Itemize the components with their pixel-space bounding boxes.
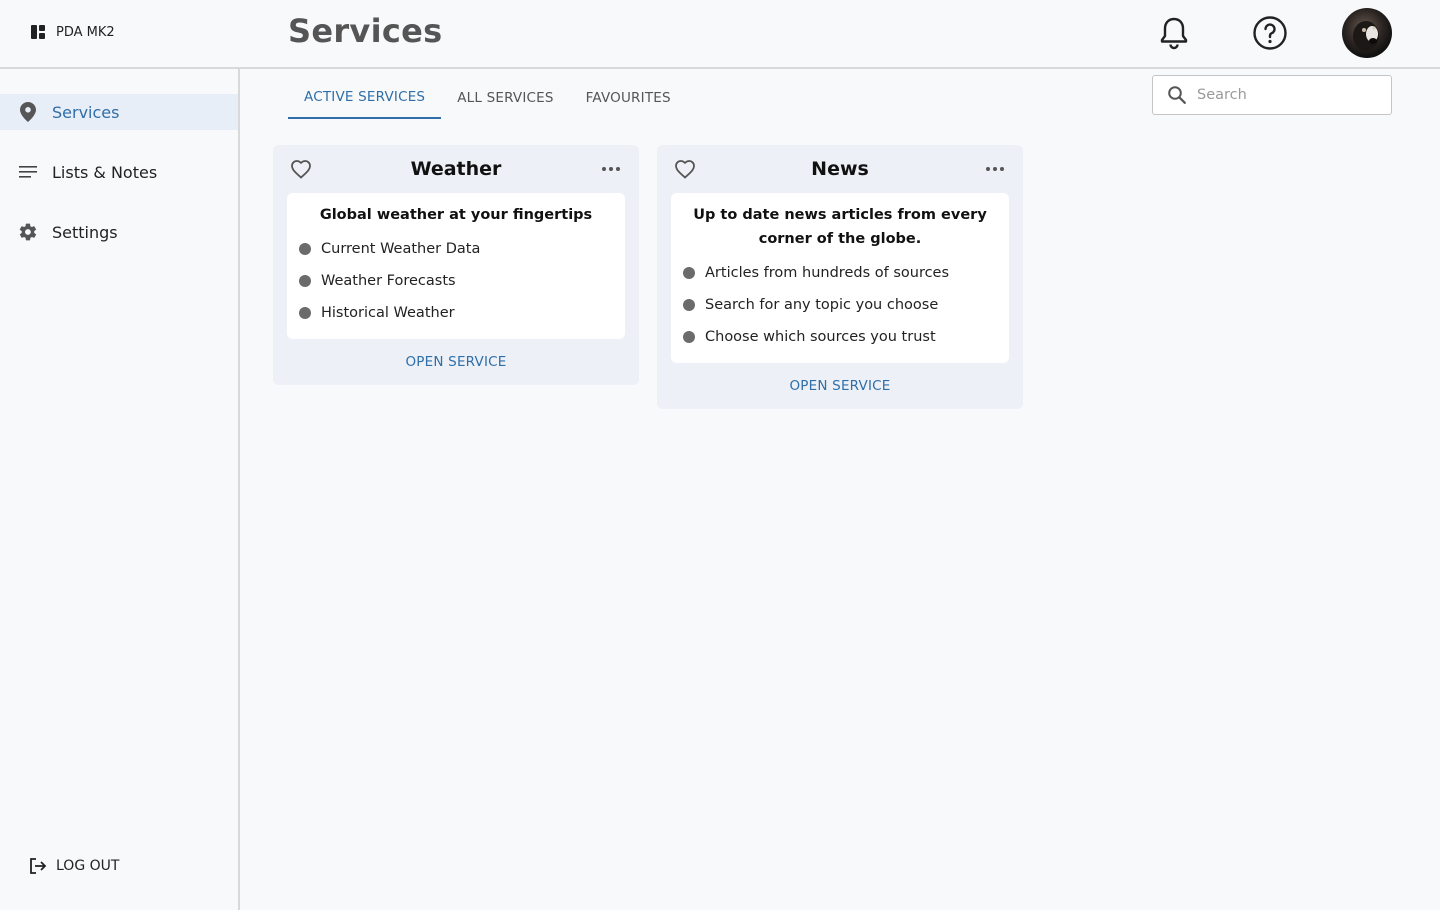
service-card-news: News Up to date news articles from every…: [657, 145, 1023, 409]
card-heading: Global weather at your fingertips: [319, 207, 593, 223]
brand-name: PDA MK2: [56, 24, 115, 40]
page-title: Services: [288, 12, 443, 50]
search-icon: [1168, 86, 1186, 104]
card-title: Weather: [410, 158, 502, 180]
feature-item: Search for any topic you choose: [683, 289, 997, 321]
open-service-button[interactable]: OPEN SERVICE: [657, 363, 1023, 409]
notifications-button[interactable]: [1155, 14, 1193, 52]
card-heading: Up to date news articles from every corn…: [693, 207, 987, 247]
more-options-button[interactable]: [599, 157, 623, 181]
service-tabs: ACTIVE SERVICES ALL SERVICES FAVOURITES: [288, 76, 687, 119]
feature-label: Historical Weather: [321, 305, 455, 321]
open-service-button[interactable]: OPEN SERVICE: [273, 339, 639, 385]
sidebar-item-label: Services: [52, 102, 120, 122]
bullet-icon: [299, 275, 311, 287]
more-options-button[interactable]: [983, 157, 1007, 181]
search-input[interactable]: [1197, 87, 1377, 103]
logout-label: LOG OUT: [56, 858, 120, 874]
bullet-icon: [299, 307, 311, 319]
feature-item: Historical Weather: [299, 297, 613, 329]
lines-icon: [18, 162, 38, 182]
brand[interactable]: PDA MK2: [30, 24, 115, 40]
sidebar: Services Lists & Notes Settings LOG OUT: [0, 69, 240, 910]
feature-label: Search for any topic you choose: [705, 297, 939, 313]
feature-item: Articles from hundreds of sources: [683, 257, 997, 289]
feature-label: Weather Forecasts: [321, 273, 456, 289]
bullet-icon: [683, 331, 695, 343]
sidebar-item-lists-notes[interactable]: Lists & Notes: [0, 154, 238, 190]
card-header: Weather: [273, 145, 639, 193]
sidebar-item-label: Settings: [52, 222, 118, 242]
logout-icon: [30, 858, 47, 874]
tab-all-services[interactable]: ALL SERVICES: [441, 76, 569, 119]
heart-icon[interactable]: [289, 157, 313, 181]
help-button[interactable]: [1251, 14, 1289, 52]
card-title: News: [811, 158, 869, 180]
more-horizontal-icon: [602, 167, 620, 171]
gear-icon: [18, 222, 38, 242]
bell-icon: [1160, 17, 1188, 50]
search-box: [1152, 75, 1392, 115]
help-icon: [1253, 16, 1287, 50]
tab-active-services[interactable]: ACTIVE SERVICES: [288, 76, 442, 119]
tab-favourites[interactable]: FAVOURITES: [570, 76, 687, 119]
card-body: Global weather at your fingertips Curren…: [287, 193, 625, 339]
dashboard-icon: [31, 25, 45, 39]
card-body: Up to date news articles from every corn…: [671, 193, 1009, 363]
card-header: News: [657, 145, 1023, 193]
feature-item: Choose which sources you trust: [683, 321, 997, 353]
location-pin-icon: [18, 102, 38, 122]
sidebar-item-settings[interactable]: Settings: [0, 214, 238, 250]
feature-label: Choose which sources you trust: [705, 329, 936, 345]
feature-item: Current Weather Data: [299, 233, 613, 265]
feature-label: Current Weather Data: [321, 241, 481, 257]
avatar-photo: [1353, 21, 1379, 51]
more-horizontal-icon: [986, 167, 1004, 171]
feature-item: Weather Forecasts: [299, 265, 613, 297]
sidebar-item-label: Lists & Notes: [52, 162, 158, 182]
service-card-weather: Weather Global weather at your fingertip…: [273, 145, 639, 385]
feature-label: Articles from hundreds of sources: [705, 265, 950, 281]
bullet-icon: [683, 299, 695, 311]
top-bar: PDA MK2 Services: [0, 0, 1440, 69]
logout-button[interactable]: LOG OUT: [28, 856, 119, 876]
sidebar-item-services[interactable]: Services: [0, 94, 238, 130]
user-avatar[interactable]: [1342, 8, 1392, 58]
heart-icon[interactable]: [673, 157, 697, 181]
bullet-icon: [299, 243, 311, 255]
bullet-icon: [683, 267, 695, 279]
